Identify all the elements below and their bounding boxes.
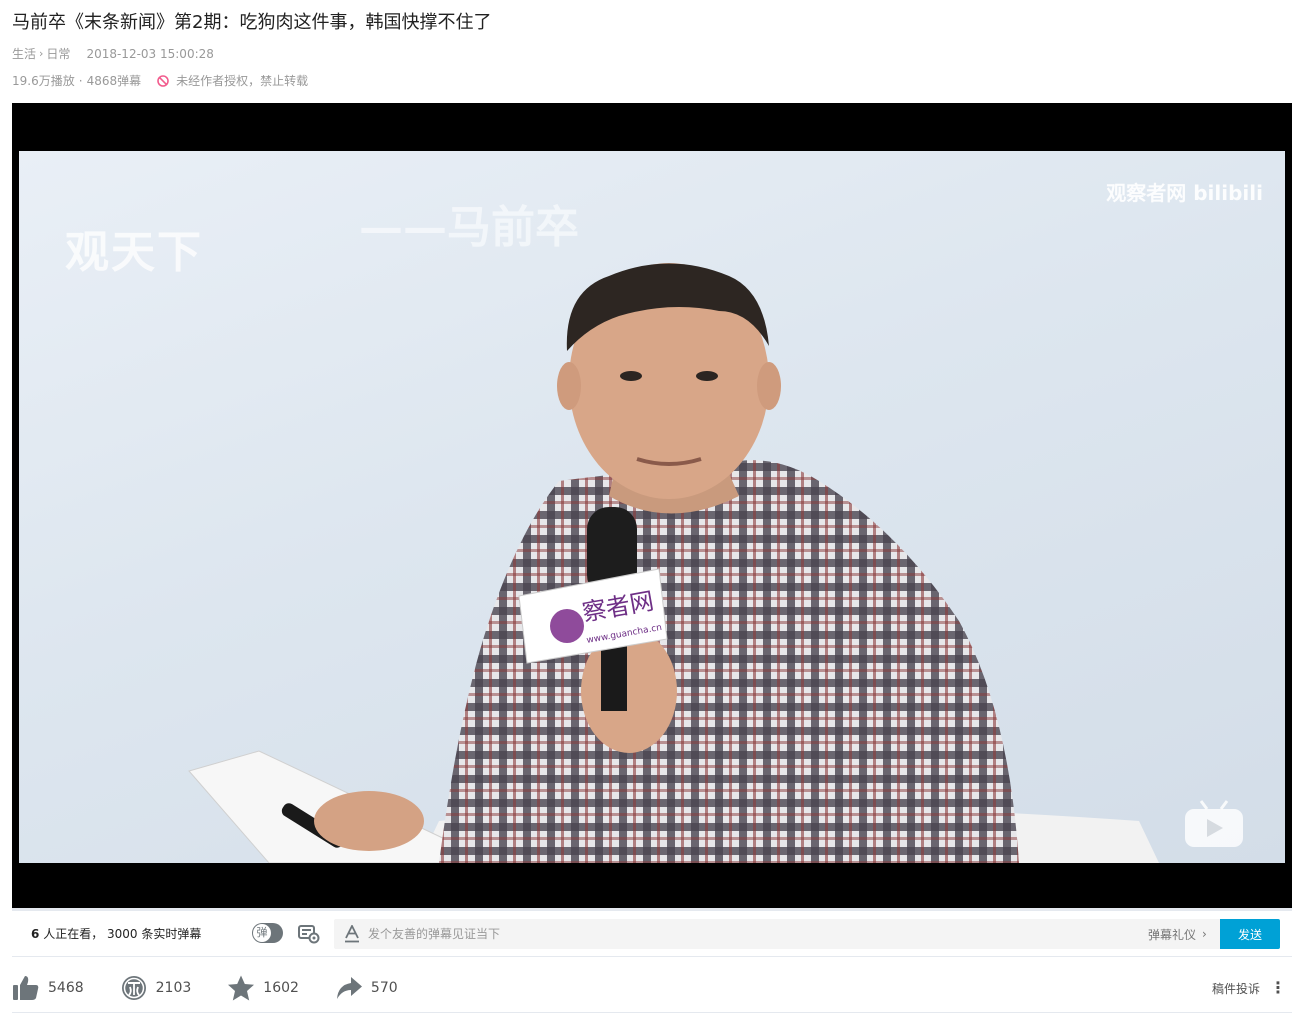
live-danmaku-count: 3000 条实时弹幕 <box>107 927 202 941</box>
video-toolbar: 5468 2103 1602 570 稿件投诉 ⋮ <box>12 970 1292 1006</box>
danmaku-count: 4868弹幕 <box>86 74 142 88</box>
play-count: 19.6万播放 <box>12 74 75 88</box>
danmaku-toggle-knob: 弹 <box>253 924 271 942</box>
chevron-right-icon: › <box>1202 927 1207 941</box>
favorite-button[interactable]: 1602 <box>227 974 299 1002</box>
danmaku-settings-icon[interactable] <box>298 924 320 944</box>
watermark-right: 观察者网 bilibili <box>1106 181 1263 205</box>
danmaku-bar: 6 人正在看， 3000 条实时弹幕 弹 弹幕礼仪 › 发送 <box>12 911 1292 957</box>
send-danmaku-button[interactable]: 发送 <box>1220 919 1280 949</box>
more-options-icon[interactable]: ⋮ <box>1270 978 1286 997</box>
danmaku-etiquette-label: 弹幕礼仪 <box>1148 927 1197 942</box>
publish-time: 2018-12-03 15:00:28 <box>86 46 214 61</box>
bilibili-tv-icon[interactable] <box>1183 799 1245 851</box>
presenter-image: 察者网 www.guancha.cn <box>188 263 1159 863</box>
breadcrumb-category[interactable]: 生活 <box>12 45 36 62</box>
danmaku-toggle[interactable]: 弹 <box>252 923 283 943</box>
viewer-status: 6 人正在看， 3000 条实时弹幕 <box>31 925 201 942</box>
forbidden-icon <box>157 74 169 87</box>
danmaku-input-group: 弹幕礼仪 › 发送 <box>334 919 1280 949</box>
chevron-right-icon: › <box>39 47 44 60</box>
watermark-name: ——马前卒 <box>359 202 579 253</box>
breadcrumb-subcategory[interactable]: 日常 <box>46 45 70 62</box>
coin-icon <box>121 976 146 1000</box>
star-icon <box>228 975 255 1001</box>
coin-count: 2103 <box>155 980 192 996</box>
danmaku-etiquette-link[interactable]: 弹幕礼仪 › <box>1148 926 1207 943</box>
like-count: 5468 <box>48 980 84 996</box>
report-link[interactable]: 稿件投诉 <box>1212 980 1260 997</box>
copyright-notice: 未经作者授权，禁止转载 <box>157 72 308 89</box>
divider <box>12 1012 1292 1013</box>
viewers-count: 6 <box>31 927 40 941</box>
coin-button[interactable]: 2103 <box>120 974 192 1002</box>
video-frame[interactable]: 察者网 www.guancha.cn 观天下 ——马前卒 观察者网 bilibi… <box>19 151 1285 863</box>
thumbs-up-icon <box>13 976 39 1000</box>
share-count: 570 <box>370 980 398 996</box>
video-title: 马前卒《末条新闻》第2期：吃狗肉这件事，韩国快撑不住了 <box>12 12 492 33</box>
watermark-left: 观天下 <box>65 227 203 278</box>
video-stats-row: 19.6万播放 · 4868弹幕 未经作者授权，禁止转载 <box>12 72 309 89</box>
viewers-text: 人正在看， <box>43 927 104 941</box>
share-button[interactable]: 570 <box>335 974 398 1002</box>
danmaku-input[interactable] <box>368 927 1128 941</box>
copyright-text: 未经作者授权，禁止转载 <box>176 74 309 88</box>
like-button[interactable]: 5468 <box>12 974 84 1002</box>
favorite-count: 1602 <box>263 980 299 996</box>
video-meta-row: 生活 › 日常 2018-12-03 15:00:28 <box>12 45 214 62</box>
danmaku-font-style-icon[interactable] <box>344 925 360 943</box>
share-arrow-icon <box>336 977 362 999</box>
video-player[interactable]: 察者网 www.guancha.cn 观天下 ——马前卒 观察者网 bilibi… <box>12 103 1292 908</box>
